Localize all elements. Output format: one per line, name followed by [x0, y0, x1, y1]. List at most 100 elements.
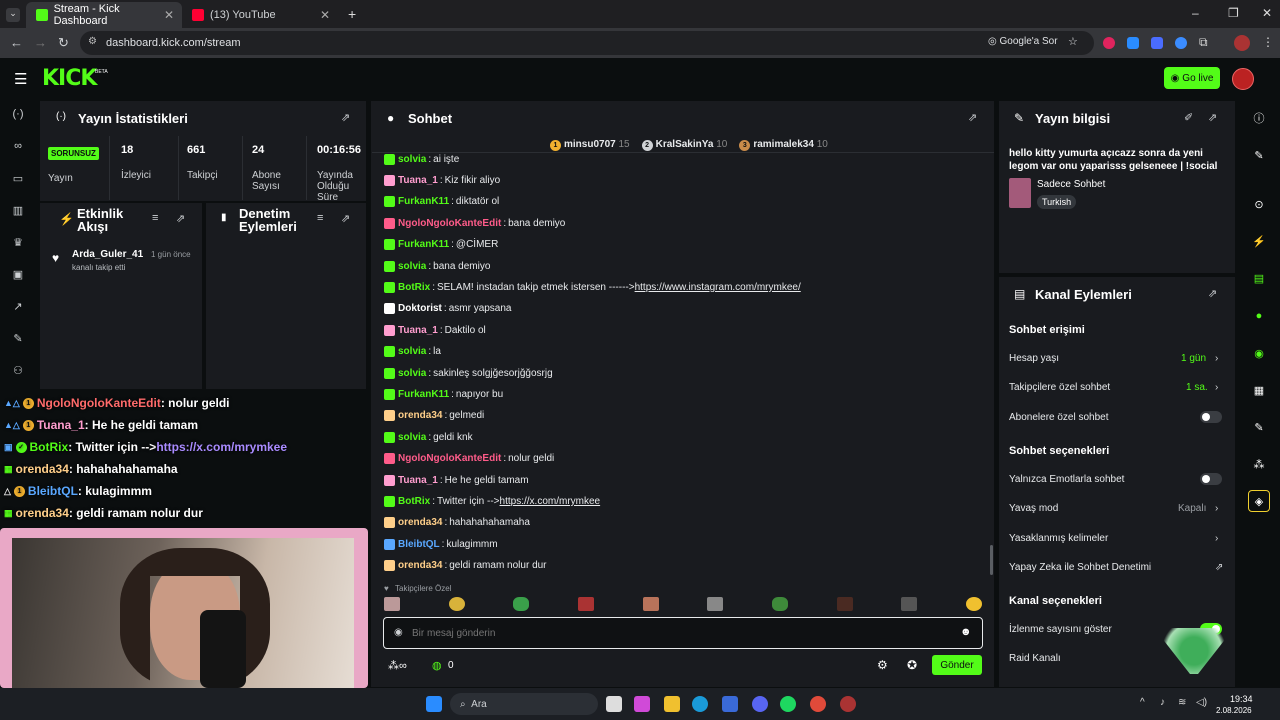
chat-username[interactable]: solvia [398, 368, 426, 379]
hamburger-menu-icon[interactable]: ☰ [14, 70, 27, 88]
emote-icon[interactable] [513, 597, 530, 611]
ask-google-button[interactable]: ◎ Google'a Sor [988, 36, 1058, 47]
bookmark-star-icon[interactable]: ☆ [1068, 35, 1078, 48]
tab-list-icon[interactable]: ⌄ [6, 8, 20, 22]
menu-dots-icon[interactable]: ⋮ [1262, 35, 1274, 49]
emote-icon[interactable] [836, 597, 853, 611]
emote-icon[interactable] [642, 597, 659, 611]
forward-icon[interactable]: → [34, 35, 47, 50]
chat-username[interactable]: orenda34 [398, 517, 442, 528]
filter-icon[interactable]: ≡ [152, 212, 158, 224]
link-icon[interactable]: ∞ [11, 140, 25, 154]
discord-icon[interactable] [752, 696, 768, 712]
chat-username[interactable]: BotRix [398, 496, 430, 507]
restore-icon[interactable]: ❐ [1228, 6, 1239, 20]
clock-time[interactable]: 19:34 [1230, 694, 1253, 704]
ai-moderation-row[interactable]: Yapay Zeka ile Sohbet Denetimi [1009, 562, 1151, 573]
emoji-icon[interactable]: ☻ [960, 626, 972, 638]
activity-user[interactable]: Arda_Guler_41 [72, 249, 143, 260]
top-gifter[interactable]: 2 KralSakinYa 10 [641, 139, 727, 151]
wifi-icon[interactable]: ≋ [1178, 697, 1186, 708]
chat-username[interactable]: solvia [398, 432, 426, 443]
tab-kick-dashboard[interactable]: Stream - Kick Dashboard ✕ [26, 2, 182, 28]
channel-actions-icon[interactable]: ◈ [1248, 490, 1270, 512]
mic-icon[interactable]: ♪ [1160, 697, 1165, 708]
account-age-row[interactable]: Hesap yaşı [1009, 353, 1059, 364]
category-thumbnail[interactable] [1009, 178, 1031, 208]
chrome-icon[interactable] [810, 696, 826, 712]
mod-tools-icon[interactable]: ✪ [907, 658, 917, 672]
target-icon[interactable]: ⊙ [1248, 193, 1270, 215]
spotify-icon[interactable] [780, 696, 796, 712]
extension-icon[interactable] [1151, 37, 1163, 49]
chevron-right-icon[interactable]: › [1215, 353, 1218, 364]
back-icon[interactable]: ← [10, 35, 23, 50]
edit-pencil-icon[interactable]: ✐ [1184, 111, 1193, 124]
extension-icon[interactable] [1127, 37, 1139, 49]
chat-username[interactable]: orenda34 [398, 410, 442, 421]
clipboard-icon[interactable]: ▤ [1248, 267, 1270, 289]
windows-start-icon[interactable] [426, 696, 442, 712]
minimize-icon[interactable]: – [1192, 6, 1199, 20]
extension-icon[interactable] [1103, 37, 1115, 49]
chart-icon[interactable]: ▥ [11, 204, 25, 218]
chat-username[interactable]: Tuana_1 [398, 475, 438, 486]
top-gifter[interactable]: 3 ramimalek34 10 [739, 139, 828, 151]
bolt-icon[interactable]: ⚡ [1248, 230, 1270, 252]
site-info-icon[interactable]: ⚙ [88, 36, 97, 47]
popout-icon[interactable]: ⇗ [968, 111, 977, 124]
explorer-icon[interactable] [664, 696, 680, 712]
url-field[interactable]: ⚙ dashboard.kick.com/stream ◎ Google'a S… [80, 31, 1094, 55]
chat-username[interactable]: NgoloNgoloKanteEdit [398, 218, 501, 229]
chat-icon[interactable]: ● [1248, 305, 1270, 327]
emote-icon[interactable] [965, 597, 982, 611]
community-icon[interactable]: ⁂ [1248, 453, 1270, 475]
emote-icon[interactable] [384, 597, 400, 611]
popout-icon[interactable]: ⇗ [1208, 287, 1217, 300]
popout-icon[interactable]: ⇗ [176, 212, 185, 225]
kick-logo[interactable]: KICK [42, 66, 97, 91]
info-icon[interactable]: ⓘ [1248, 107, 1270, 129]
broadcast-icon[interactable]: ◉ [1248, 342, 1270, 364]
taskbar-search[interactable]: ⌕ Ara [450, 693, 598, 715]
send-button[interactable]: Gönder [932, 655, 982, 675]
followers-chat-row[interactable]: Takipçilere özel sohbet [1009, 382, 1110, 393]
chat-username[interactable]: BleibtQL [398, 539, 440, 550]
users-icon[interactable]: ⚇ [11, 364, 25, 378]
moderation-icon[interactable]: ▦ [1248, 379, 1270, 401]
chat-scrollbar[interactable] [990, 545, 993, 575]
chat-username[interactable]: FurkanK11 [398, 239, 449, 250]
chat-username[interactable]: Doktorist [398, 303, 442, 314]
window-icon[interactable]: ▭ [11, 172, 25, 186]
chat-username[interactable]: Tuana_1 [398, 325, 438, 336]
settings-gear-icon[interactable]: ⚙ [877, 658, 888, 672]
close-icon[interactable]: ✕ [320, 8, 330, 22]
window-close-icon[interactable]: ✕ [1262, 6, 1272, 20]
chat-username[interactable]: orenda34 [398, 560, 442, 571]
tray-chevron-icon[interactable]: ^ [1140, 697, 1145, 708]
profile-avatar[interactable] [1234, 35, 1250, 51]
raid-channel-row[interactable]: Raid Kanalı [1009, 653, 1061, 664]
chat-username[interactable]: FurkanK11 [398, 389, 449, 400]
chat-link[interactable]: https://x.com/mrymkee [500, 496, 601, 507]
chevron-right-icon[interactable]: › [1215, 533, 1218, 544]
overlay-link[interactable]: https://x.com/mrymkee [156, 440, 287, 454]
emote-icon[interactable] [448, 597, 465, 611]
edge-icon[interactable] [692, 696, 708, 712]
clock-date[interactable]: 2.08.2026 [1216, 706, 1252, 715]
subs-chat-toggle[interactable] [1200, 411, 1222, 423]
new-tab-icon[interactable]: + [348, 6, 356, 22]
chat-username[interactable]: solvia [398, 261, 426, 272]
task-view-icon[interactable] [606, 696, 622, 712]
media-icon[interactable]: ▣ [11, 268, 25, 282]
close-icon[interactable]: ✕ [164, 8, 174, 22]
slow-mode-row[interactable]: Yavaş mod [1009, 503, 1058, 514]
wrench-icon[interactable]: ✎ [11, 332, 25, 346]
extension-icon[interactable] [1175, 37, 1187, 49]
puzzle-icon[interactable]: ⧉ [1199, 35, 1208, 50]
broadcast-icon[interactable]: (·) [11, 108, 25, 122]
top-gifter[interactable]: 1 minsu0707 15 [550, 139, 630, 151]
copilot-icon[interactable] [634, 696, 650, 712]
emote-icon[interactable] [707, 597, 724, 611]
chat-username[interactable]: Tuana_1 [398, 175, 438, 186]
